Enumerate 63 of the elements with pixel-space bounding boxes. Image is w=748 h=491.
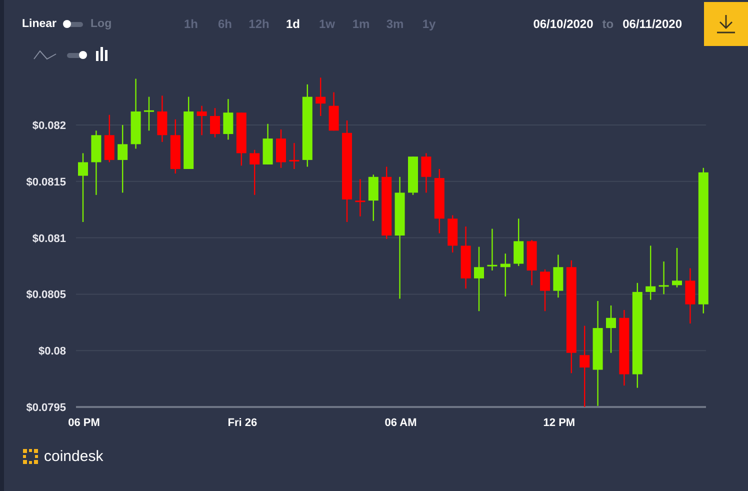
rising-candlestick xyxy=(262,124,273,164)
y-axis-label: $0.0815 xyxy=(26,176,66,188)
rising-candlestick xyxy=(78,153,88,222)
time-range-tab[interactable]: 1d xyxy=(276,17,310,31)
rising-candlestick xyxy=(514,218,524,266)
falling-candlestick xyxy=(460,226,471,289)
rising-candlestick xyxy=(487,228,498,270)
x-axis-label: 06 PM xyxy=(68,417,100,429)
log-option[interactable]: Log xyxy=(90,18,112,30)
falling-candlestick xyxy=(328,92,339,131)
falling-candlestick xyxy=(157,96,168,142)
rising-candlestick xyxy=(500,254,510,296)
falling-candlestick xyxy=(104,114,114,162)
falling-candlestick xyxy=(421,153,432,193)
x-axis-label: Fri 26 xyxy=(228,417,258,429)
rising-candlestick xyxy=(368,174,378,221)
falling-candlestick xyxy=(434,169,444,234)
date-separator: to xyxy=(602,17,614,31)
falling-candlestick xyxy=(685,268,696,324)
download-icon xyxy=(716,14,736,34)
end-date[interactable]: 06/11/2020 xyxy=(622,17,682,31)
rising-candlestick xyxy=(408,156,418,195)
falling-candlestick xyxy=(196,106,207,136)
rising-candlestick xyxy=(91,130,102,195)
rising-candlestick xyxy=(553,254,564,298)
line-chart-icon[interactable] xyxy=(33,49,57,61)
falling-candlestick xyxy=(316,78,326,116)
y-axis-label: $0.081 xyxy=(32,232,66,245)
linear-option[interactable]: Linear xyxy=(22,18,57,30)
x-axis-label: 06 AM xyxy=(384,417,417,429)
rising-candlestick xyxy=(223,99,234,140)
toggle-switch[interactable] xyxy=(64,22,83,26)
falling-candlestick xyxy=(276,130,286,168)
toggle-switch[interactable] xyxy=(67,52,85,58)
logo-icon xyxy=(23,448,39,464)
toggle-knob[interactable] xyxy=(79,50,87,58)
rising-candlestick xyxy=(658,262,669,294)
y-axis-label: $0.082 xyxy=(32,120,66,132)
brand-name: coindesk xyxy=(44,448,104,465)
toggle-knob[interactable] xyxy=(62,20,71,28)
falling-candlestick xyxy=(448,215,458,252)
y-axis-label: $0.08 xyxy=(38,346,66,358)
falling-candlestick xyxy=(250,150,260,195)
y-axis-label: $0.0795 xyxy=(26,402,66,414)
download-button[interactable] xyxy=(704,2,748,46)
falling-candlestick xyxy=(355,179,366,216)
rising-candlestick xyxy=(606,305,616,353)
falling-candlestick xyxy=(210,108,220,138)
y-axis-label: $0.0805 xyxy=(26,289,66,302)
rising-candlestick xyxy=(646,246,656,300)
rising-candlestick xyxy=(474,246,484,312)
x-axis-label: 12 PM xyxy=(543,417,576,429)
start-date[interactable]: 06/10/2020 xyxy=(533,17,594,31)
falling-candlestick xyxy=(540,269,550,312)
falling-candlestick xyxy=(526,240,537,286)
rising-candlestick xyxy=(672,248,682,288)
rising-candlestick xyxy=(130,78,141,149)
falling-candlestick xyxy=(289,143,300,169)
rising-candlestick xyxy=(144,96,154,131)
falling-candlestick xyxy=(170,119,180,174)
falling-candlestick xyxy=(236,112,246,166)
candlestick-icon[interactable] xyxy=(95,47,109,63)
rising-candlestick xyxy=(118,125,128,193)
